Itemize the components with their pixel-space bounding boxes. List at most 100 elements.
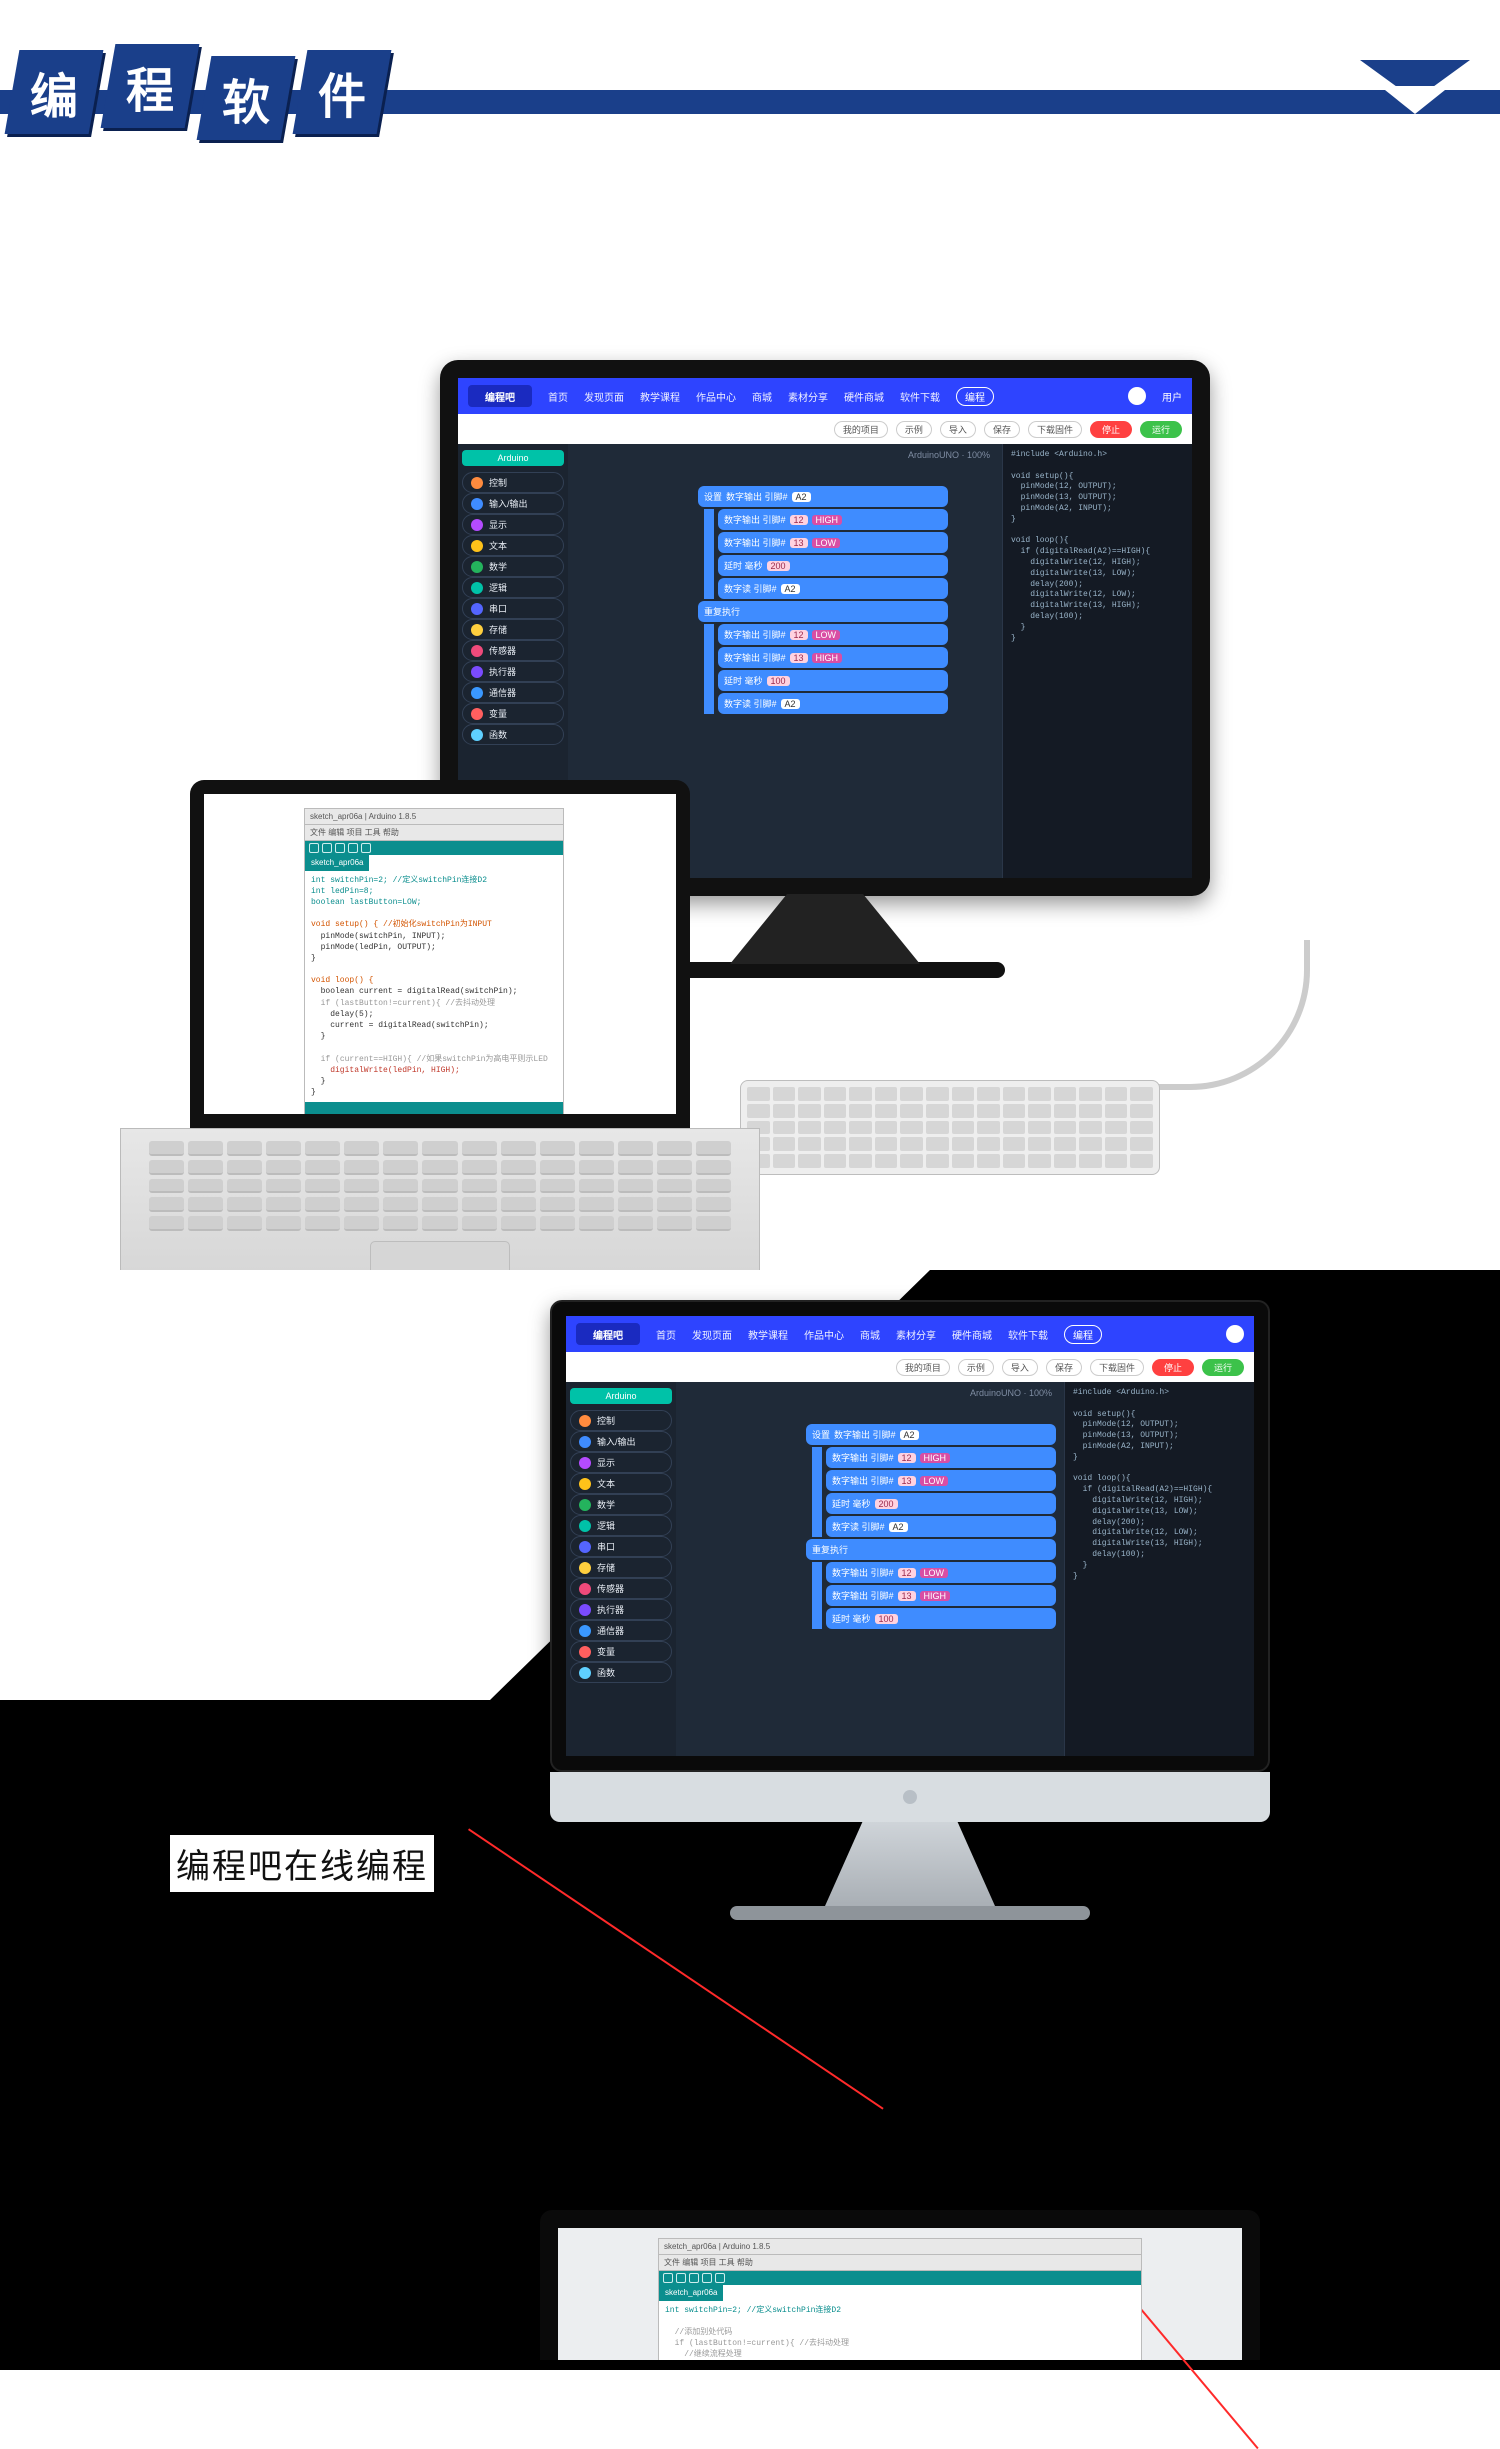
toolbar-item[interactable]: 导入 xyxy=(1002,1359,1038,1376)
window-title: sketch_apr06a | Arduino 1.8.5 xyxy=(305,809,563,825)
category-item[interactable]: 变量 xyxy=(570,1641,672,1662)
nav-item[interactable]: 商城 xyxy=(860,1327,880,1342)
toolbar-item[interactable]: 我的项目 xyxy=(834,421,888,438)
block-digital-write[interactable]: 数字输出 引脚#13HIGH xyxy=(718,647,948,668)
toolbar-item[interactable]: 示例 xyxy=(896,421,932,438)
arduino-code-editor[interactable]: int switchPin=2; //定义switchPin连接D2int le… xyxy=(305,871,563,1103)
block-delay[interactable]: 延时 毫秒200 xyxy=(826,1493,1056,1514)
block-canvas[interactable]: ArduinoUNO · 100% 设置 数字输出 引脚# A2 数字输出 引脚… xyxy=(676,1382,1064,1756)
category-label: 输入/输出 xyxy=(597,1435,636,1448)
app-logo[interactable]: 编程吧 xyxy=(576,1323,640,1345)
arduino-tab[interactable]: sketch_apr06a xyxy=(305,855,369,870)
category-header[interactable]: Arduino xyxy=(462,450,564,466)
arduino-code-editor[interactable]: int switchPin=2; //定义switchPin连接D2 //添加别… xyxy=(659,2301,1141,2360)
generated-code-panel[interactable]: #include <Arduino.h> void setup(){ pinMo… xyxy=(1064,1382,1254,1756)
block-loop[interactable]: 重复执行 xyxy=(698,601,948,622)
nav-item[interactable]: 硬件商城 xyxy=(952,1327,992,1342)
toolbar-item[interactable]: 保存 xyxy=(984,421,1020,438)
app-top-nav: 编程吧 首页 发现页面 教学课程 作品中心 商城 素材分享 硬件商城 软件下载 … xyxy=(566,1316,1254,1352)
category-item[interactable]: 传感器 xyxy=(462,640,564,661)
block-digital-write[interactable]: 数字输出 引脚#13LOW xyxy=(826,1470,1056,1491)
category-item[interactable]: 显示 xyxy=(570,1452,672,1473)
category-item[interactable]: 通信器 xyxy=(462,682,564,703)
category-item[interactable]: 函数 xyxy=(462,724,564,745)
category-item[interactable]: 串口 xyxy=(462,598,564,619)
block-stack[interactable]: 设置 数字输出 引脚# A2 数字输出 引脚#12HIGH 数字输出 引脚#13… xyxy=(806,1422,1056,1631)
block-setup[interactable]: 设置 数字输出 引脚# A2 xyxy=(806,1424,1056,1445)
category-item[interactable]: 执行器 xyxy=(570,1599,672,1620)
category-item[interactable]: 数学 xyxy=(570,1494,672,1515)
nav-item[interactable]: 素材分享 xyxy=(788,389,828,404)
category-item[interactable]: 逻辑 xyxy=(570,1515,672,1536)
toolbar-item[interactable]: 导入 xyxy=(940,421,976,438)
nav-item[interactable]: 教学课程 xyxy=(640,389,680,404)
block-digital-read[interactable]: 数字读 引脚#A2 xyxy=(826,1516,1056,1537)
category-item[interactable]: 执行器 xyxy=(462,661,564,682)
block-delay[interactable]: 延时 毫秒100 xyxy=(718,670,948,691)
arduino-toolbar[interactable] xyxy=(305,841,563,855)
app-logo[interactable]: 编程吧 xyxy=(468,385,532,407)
nav-item[interactable]: 硬件商城 xyxy=(844,389,884,404)
category-item[interactable]: 通信器 xyxy=(570,1620,672,1641)
nav-item[interactable]: 教学课程 xyxy=(748,1327,788,1342)
category-item[interactable]: 传感器 xyxy=(570,1578,672,1599)
window-menu[interactable]: 文件 编辑 项目 工具 帮助 xyxy=(305,825,563,841)
run-button[interactable]: 运行 xyxy=(1140,421,1182,438)
block-digital-read[interactable]: 数字读 引脚#A2 xyxy=(718,693,948,714)
category-item[interactable]: 函数 xyxy=(570,1662,672,1683)
nav-item[interactable]: 软件下载 xyxy=(900,389,940,404)
block-loop[interactable]: 重复执行 xyxy=(806,1539,1056,1560)
category-item[interactable]: 文本 xyxy=(570,1473,672,1494)
category-item[interactable]: 存储 xyxy=(570,1557,672,1578)
category-item[interactable]: 数学 xyxy=(462,556,564,577)
block-setup[interactable]: 设置 数字输出 引脚# A2 xyxy=(698,486,948,507)
category-item[interactable]: 变量 xyxy=(462,703,564,724)
nav-item[interactable]: 首页 xyxy=(548,389,568,404)
arduino-tab[interactable]: sketch_apr06a xyxy=(659,2285,723,2300)
block-digital-write[interactable]: 数字输出 引脚#13HIGH xyxy=(826,1585,1056,1606)
nav-item[interactable]: 首页 xyxy=(656,1327,676,1342)
generated-code-panel[interactable]: #include <Arduino.h> void setup(){ pinMo… xyxy=(1002,444,1192,878)
category-item[interactable]: 文本 xyxy=(462,535,564,556)
block-delay[interactable]: 延时 毫秒100 xyxy=(826,1608,1056,1629)
category-item[interactable]: 逻辑 xyxy=(462,577,564,598)
external-keyboard xyxy=(740,1080,1160,1175)
category-item[interactable]: 控制 xyxy=(570,1410,672,1431)
nav-item[interactable]: 作品中心 xyxy=(696,389,736,404)
block-digital-write[interactable]: 数字输出 引脚#12HIGH xyxy=(826,1447,1056,1468)
nav-pill[interactable]: 编程 xyxy=(956,387,994,406)
toolbar-item[interactable]: 保存 xyxy=(1046,1359,1082,1376)
category-item[interactable]: 输入/输出 xyxy=(462,493,564,514)
block-digital-write[interactable]: 数字输出 引脚#13LOW xyxy=(718,532,948,553)
block-stack[interactable]: 设置 数字输出 引脚# A2 数字输出 引脚#12HIGH 数字输出 引脚#13… xyxy=(698,484,948,716)
arduino-toolbar[interactable] xyxy=(659,2271,1141,2285)
block-digital-write[interactable]: 数字输出 引脚#12HIGH xyxy=(718,509,948,530)
window-menu[interactable]: 文件 编辑 项目 工具 帮助 xyxy=(659,2255,1141,2271)
user-avatar-icon[interactable] xyxy=(1128,387,1146,405)
block-digital-read[interactable]: 数字读 引脚#A2 xyxy=(718,578,948,599)
nav-item[interactable]: 素材分享 xyxy=(896,1327,936,1342)
nav-item[interactable]: 发现页面 xyxy=(584,389,624,404)
toolbar-item[interactable]: 我的项目 xyxy=(896,1359,950,1376)
nav-item[interactable]: 发现页面 xyxy=(692,1327,732,1342)
category-item[interactable]: 显示 xyxy=(462,514,564,535)
block-delay[interactable]: 延时 毫秒200 xyxy=(718,555,948,576)
category-item[interactable]: 串口 xyxy=(570,1536,672,1557)
category-header[interactable]: Arduino xyxy=(570,1388,672,1404)
nav-item[interactable]: 商城 xyxy=(752,389,772,404)
category-item[interactable]: 控制 xyxy=(462,472,564,493)
category-item[interactable]: 存储 xyxy=(462,619,564,640)
stop-button[interactable]: 停止 xyxy=(1090,421,1132,438)
block-digital-write[interactable]: 数字输出 引脚#12LOW xyxy=(826,1562,1056,1583)
run-button[interactable]: 运行 xyxy=(1202,1359,1244,1376)
user-avatar-icon[interactable] xyxy=(1226,1325,1244,1343)
stop-button[interactable]: 停止 xyxy=(1152,1359,1194,1376)
toolbar-item[interactable]: 下载固件 xyxy=(1028,421,1082,438)
block-digital-write[interactable]: 数字输出 引脚#12LOW xyxy=(718,624,948,645)
nav-item[interactable]: 作品中心 xyxy=(804,1327,844,1342)
nav-pill[interactable]: 编程 xyxy=(1064,1325,1102,1344)
toolbar-item[interactable]: 示例 xyxy=(958,1359,994,1376)
category-item[interactable]: 输入/输出 xyxy=(570,1431,672,1452)
nav-item[interactable]: 软件下载 xyxy=(1008,1327,1048,1342)
toolbar-item[interactable]: 下载固件 xyxy=(1090,1359,1144,1376)
